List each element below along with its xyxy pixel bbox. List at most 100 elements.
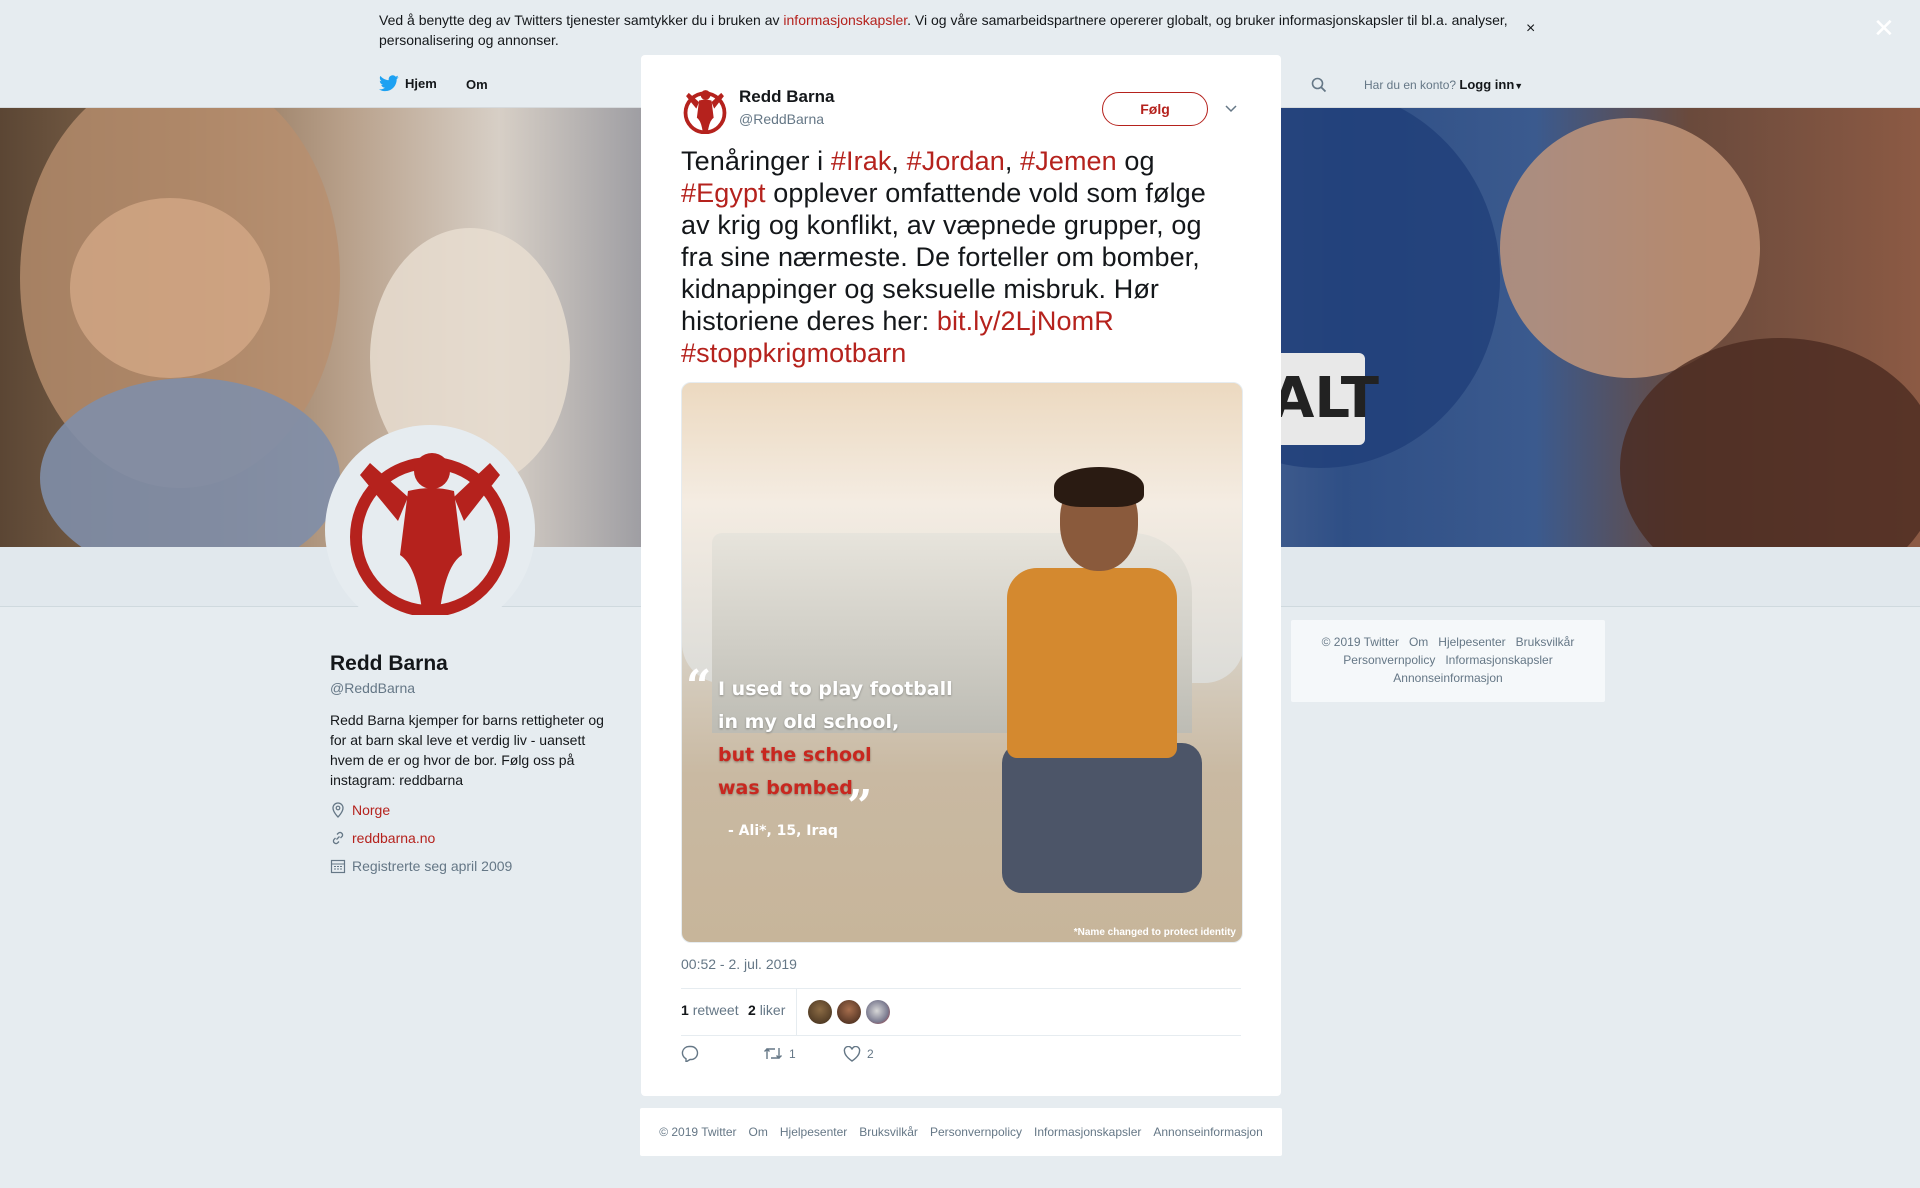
side-footer-line2: Personvernpolicy Informasjonskapsler <box>1291 651 1605 669</box>
link-icon <box>332 831 344 845</box>
caret-down-icon[interactable]: ▼ <box>1514 81 1523 91</box>
footer-ads-link[interactable]: Annonseinformasjon <box>1393 671 1502 685</box>
quote-attribution: - Ali*, 15, Iraq <box>728 823 838 839</box>
quote-close-mark: ” <box>847 781 873 832</box>
profile-handle: @ReddBarna <box>330 680 416 696</box>
heart-icon <box>843 1045 861 1062</box>
tweet-author-handle[interactable]: @ReddBarna <box>739 111 824 127</box>
hashtag-jordan[interactable]: #Jordan <box>907 146 1005 176</box>
modal-footer: © 2019 Twitter Om Hjelpesenter Bruksvilk… <box>640 1108 1282 1156</box>
nav-about-link[interactable]: Om <box>466 77 488 92</box>
modal-footer-ads-link[interactable]: Annonseinformasjon <box>1153 1125 1262 1139</box>
tweet-author-name[interactable]: Redd Barna <box>739 87 834 107</box>
reply-action[interactable] <box>681 1045 763 1062</box>
tweet-text-part: Tenåringer i <box>681 146 831 176</box>
hashtag-jemen[interactable]: #Jemen <box>1020 146 1117 176</box>
likes-count: 2 <box>748 1002 756 1018</box>
likes-label: liker <box>759 1002 786 1018</box>
cookie-close-button[interactable]: × <box>1526 20 1535 38</box>
chevron-down-icon[interactable] <box>1225 100 1237 116</box>
media-figure-hair <box>1054 467 1144 507</box>
footer-copyright: © 2019 Twitter <box>1321 635 1399 649</box>
stats-divider <box>796 989 797 1035</box>
redd-barna-logo-icon <box>683 90 727 134</box>
quote-line-3: but the school <box>718 744 872 766</box>
footer-terms-link[interactable]: Bruksvilkår <box>1516 635 1575 649</box>
hashtag-stoppkrigmotbarn[interactable]: #stoppkrigmotbarn <box>681 338 906 368</box>
cookie-banner: Ved å benytte deg av Twitters tjenester … <box>0 0 1920 62</box>
retweet-action[interactable]: 1 <box>763 1046 843 1061</box>
tweet-link[interactable]: bit.ly/2LjNomR <box>937 306 1114 336</box>
profile-website: reddbarna.no <box>330 830 435 846</box>
hashtag-irak[interactable]: #Irak <box>831 146 892 176</box>
quote-line-4: was bombed. <box>718 777 861 799</box>
tweet-modal: Redd Barna @ReddBarna Følg Tenåringer i … <box>641 55 1281 1096</box>
profile-location: Norge <box>330 802 390 818</box>
side-footer-line1: © 2019 Twitter Om Hjelpesenter Bruksvilkår <box>1291 633 1605 651</box>
reply-icon <box>681 1045 699 1062</box>
retweets-count: 1 <box>681 1002 689 1018</box>
footer-cookies-link[interactable]: Informasjonskapsler <box>1445 653 1552 667</box>
account-prompt: Har du en konto? <box>1364 78 1457 92</box>
footer-about-link[interactable]: Om <box>1409 635 1428 649</box>
media-quote: I used to play football in my old school… <box>696 673 953 805</box>
tweet-text: Tenåringer i #Irak, #Jordan, #Jemen og #… <box>681 145 1241 369</box>
cookie-link[interactable]: informasjonskapsler <box>783 12 907 28</box>
tweet-text-part: , <box>891 146 907 176</box>
side-footer-line3: Annonseinformasjon <box>1291 669 1605 687</box>
media-figure-shirt <box>1007 568 1177 758</box>
media-figure-legs <box>1002 743 1202 893</box>
tweet-actions: 1 2 <box>681 1045 874 1062</box>
tweet-text-part: , <box>1004 146 1021 176</box>
retweets-label: retweet <box>692 1002 739 1018</box>
search-icon[interactable] <box>1311 77 1327 93</box>
liker-avatar[interactable] <box>837 1000 861 1024</box>
side-footer: © 2019 Twitter Om Hjelpesenter Bruksvilkår … <box>1291 620 1605 702</box>
profile-name: Redd Barna <box>330 652 448 675</box>
cookie-text: Ved å benytte deg av Twitters tjenester … <box>379 10 1539 50</box>
hashtag-egypt[interactable]: #Egypt <box>681 178 766 208</box>
login-link[interactable]: Logg inn <box>1459 77 1514 92</box>
modal-footer-copyright: © 2019 Twitter <box>659 1125 737 1139</box>
nav-home-label: Hjem <box>405 76 437 91</box>
modal-footer-about-link[interactable]: Om <box>749 1125 768 1139</box>
footer-privacy-link[interactable]: Personvernpolicy <box>1343 653 1435 667</box>
cookie-text-before: Ved å benytte deg av Twitters tjenester … <box>379 12 784 28</box>
retweets-stat[interactable]: 1 retweet <box>681 1002 739 1018</box>
tweet-timestamp[interactable]: 00:52 - 2. jul. 2019 <box>681 956 797 972</box>
redd-barna-logo-icon <box>350 453 510 615</box>
quote-line-2: in my old school, <box>718 711 900 733</box>
modal-footer-privacy-link[interactable]: Personvernpolicy <box>930 1125 1022 1139</box>
profile-location-link[interactable]: Norge <box>352 802 390 818</box>
profile-avatar[interactable] <box>325 425 535 635</box>
likes-stat[interactable]: 2 liker <box>748 1002 785 1018</box>
liker-avatar[interactable] <box>808 1000 832 1024</box>
twitter-bird-icon <box>379 75 399 92</box>
liker-avatar[interactable] <box>866 1000 890 1024</box>
footer-help-link[interactable]: Hjelpesenter <box>1438 635 1505 649</box>
tweet-text-part: og <box>1116 146 1155 176</box>
retweet-action-count: 1 <box>789 1046 796 1061</box>
follow-button[interactable]: Følg <box>1102 92 1208 126</box>
modal-footer-cookies-link[interactable]: Informasjonskapsler <box>1034 1125 1141 1139</box>
modal-footer-terms-link[interactable]: Bruksvilkår <box>859 1125 918 1139</box>
media-watermark: *Name changed to protect identity <box>1073 927 1236 938</box>
nav-account: Har du en konto? Logg inn▼ <box>1364 77 1523 92</box>
profile-joined-text: Registrerte seg april 2009 <box>352 858 513 874</box>
likers-avatars <box>808 1000 890 1024</box>
quote-line-1: I used to play football <box>718 678 953 700</box>
like-action[interactable]: 2 <box>843 1045 874 1062</box>
tweet-media-image[interactable]: “ I used to play football in my old scho… <box>681 382 1243 943</box>
tweet-stats: 1 retweet 2 liker <box>681 988 1241 1036</box>
nav-home-link[interactable]: Hjem <box>379 75 437 92</box>
profile-bio: Redd Barna kjemper for barns rettigheter… <box>330 712 604 788</box>
close-icon[interactable]: ✕ <box>1873 13 1895 44</box>
profile-joined: Registrerte seg april 2009 <box>330 858 512 874</box>
location-icon <box>332 802 344 818</box>
like-action-count: 2 <box>867 1046 874 1061</box>
retweet-icon <box>764 1048 782 1059</box>
calendar-icon <box>330 859 346 874</box>
tweet-author-avatar[interactable] <box>681 87 729 135</box>
modal-footer-help-link[interactable]: Hjelpesenter <box>780 1125 847 1139</box>
profile-website-link[interactable]: reddbarna.no <box>352 830 435 846</box>
